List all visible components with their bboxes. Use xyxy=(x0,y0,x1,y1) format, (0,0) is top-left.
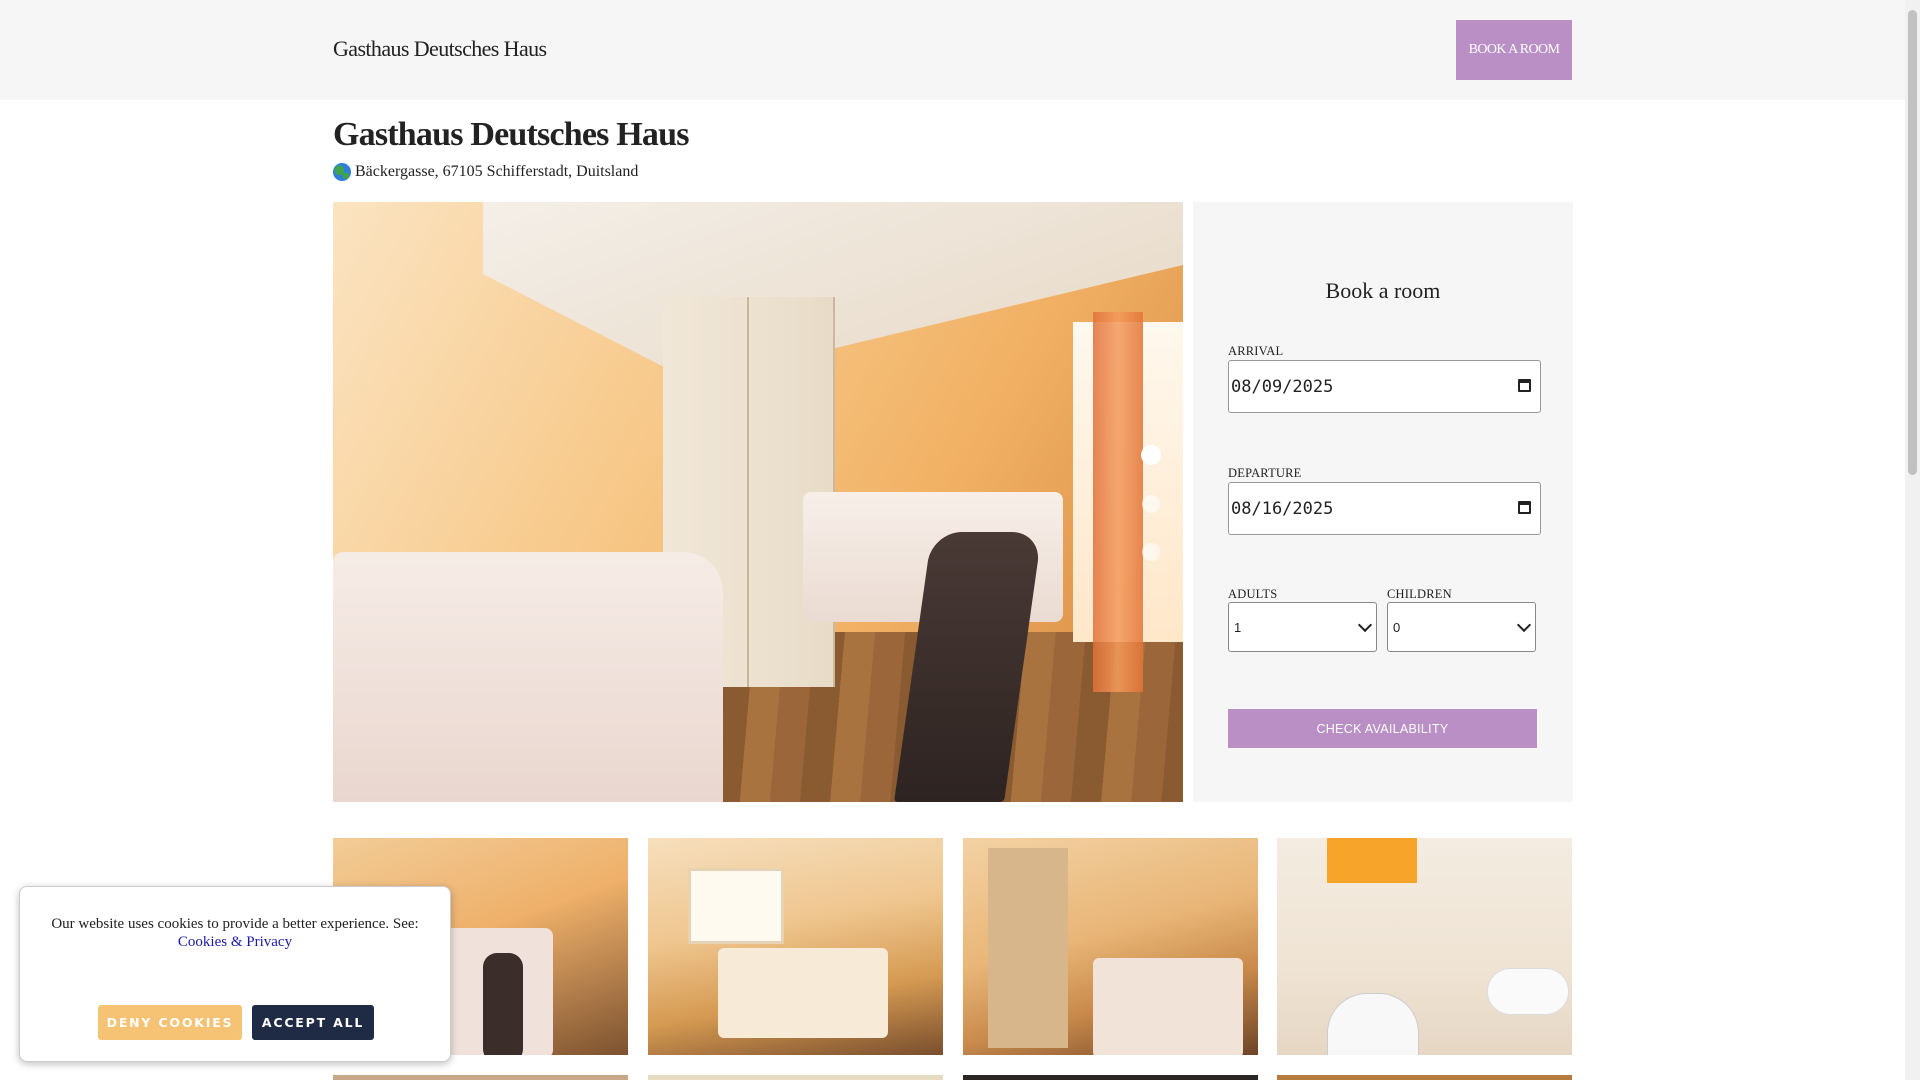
chevron-down-icon xyxy=(1357,617,1373,633)
page-scrollbar[interactable] xyxy=(1905,0,1920,1080)
gallery-thumbnail-2[interactable] xyxy=(648,838,943,1055)
thumb-chair xyxy=(483,953,523,1055)
gallery-thumbnail-3[interactable] xyxy=(963,838,1258,1055)
cookie-banner: Our website uses cookies to provide a be… xyxy=(19,886,451,1062)
booking-title: Book a room xyxy=(1325,278,1441,303)
gallery-thumbnail-6[interactable] xyxy=(648,1075,943,1080)
globe-icon xyxy=(333,163,351,181)
adults-label: ADULTS xyxy=(1228,587,1278,601)
gallery-thumbnail-4[interactable] xyxy=(1277,838,1572,1055)
departure-date-input[interactable]: 08/16/2025 xyxy=(1228,482,1541,535)
scrollbar-thumb[interactable] xyxy=(1908,10,1917,475)
chevron-down-icon xyxy=(1516,617,1532,633)
site-brand[interactable]: Gasthaus Deutsches Haus xyxy=(333,36,547,62)
thumb-window xyxy=(688,868,784,944)
cookies-privacy-link[interactable]: Cookies & Privacy xyxy=(20,934,450,951)
children-select[interactable]: 0 xyxy=(1387,602,1536,652)
thumb-towels xyxy=(1327,838,1417,883)
gallery-thumbnail-7[interactable] xyxy=(963,1075,1258,1080)
check-availability-button[interactable]: CHECK AVAILABILITY xyxy=(1228,709,1537,748)
thumb-bed xyxy=(1093,958,1243,1055)
children-value: 0 xyxy=(1393,619,1401,635)
thumb-sink xyxy=(1487,968,1569,1015)
arrival-date-input[interactable]: 08/09/2025 xyxy=(1228,360,1541,413)
booking-panel: Book a room ARRIVAL 08/09/2025 DEPARTURE… xyxy=(1193,202,1573,802)
carousel-indicators xyxy=(1141,445,1161,591)
thumb-bed xyxy=(718,948,888,1038)
deny-cookies-button[interactable]: DENY COOKIES xyxy=(98,1005,242,1040)
hero-image-carousel[interactable] xyxy=(333,202,1183,802)
gallery-thumbnail-5[interactable] xyxy=(333,1075,628,1080)
carousel-dot-1[interactable] xyxy=(1141,445,1161,465)
thumb-toilet xyxy=(1327,993,1419,1055)
departure-label: DEPARTURE xyxy=(1228,466,1302,480)
site-header: Gasthaus Deutsches Haus BOOK A ROOM xyxy=(0,0,1905,100)
carousel-dot-2[interactable] xyxy=(1142,495,1160,513)
hotel-address: Bäckergasse, 67105 Schifferstadt, Duitsl… xyxy=(333,163,638,181)
calendar-icon[interactable] xyxy=(1518,501,1531,514)
gallery-thumbnail-8[interactable] xyxy=(1277,1075,1572,1080)
adults-select[interactable]: 1 xyxy=(1228,602,1377,652)
calendar-icon[interactable] xyxy=(1518,379,1531,392)
book-room-button[interactable]: BOOK A ROOM xyxy=(1456,20,1572,80)
hero-photo-bed xyxy=(333,552,723,802)
cookie-message: Our website uses cookies to provide a be… xyxy=(51,916,419,932)
hotel-title: Gasthaus Deutsches Haus xyxy=(333,116,689,153)
accept-all-button[interactable]: ACCEPT ALL xyxy=(252,1005,374,1040)
arrival-date-value: 08/09/2025 xyxy=(1231,376,1334,397)
arrival-label: ARRIVAL xyxy=(1228,344,1284,358)
hero-photo-curtain xyxy=(1093,312,1143,692)
children-label: CHILDREN xyxy=(1387,587,1452,601)
thumb-door xyxy=(988,848,1068,1048)
address-text: Bäckergasse, 67105 Schifferstadt, Duitsl… xyxy=(355,163,639,180)
adults-value: 1 xyxy=(1234,619,1242,635)
departure-date-value: 08/16/2025 xyxy=(1231,498,1334,519)
carousel-dot-3[interactable] xyxy=(1142,543,1160,561)
